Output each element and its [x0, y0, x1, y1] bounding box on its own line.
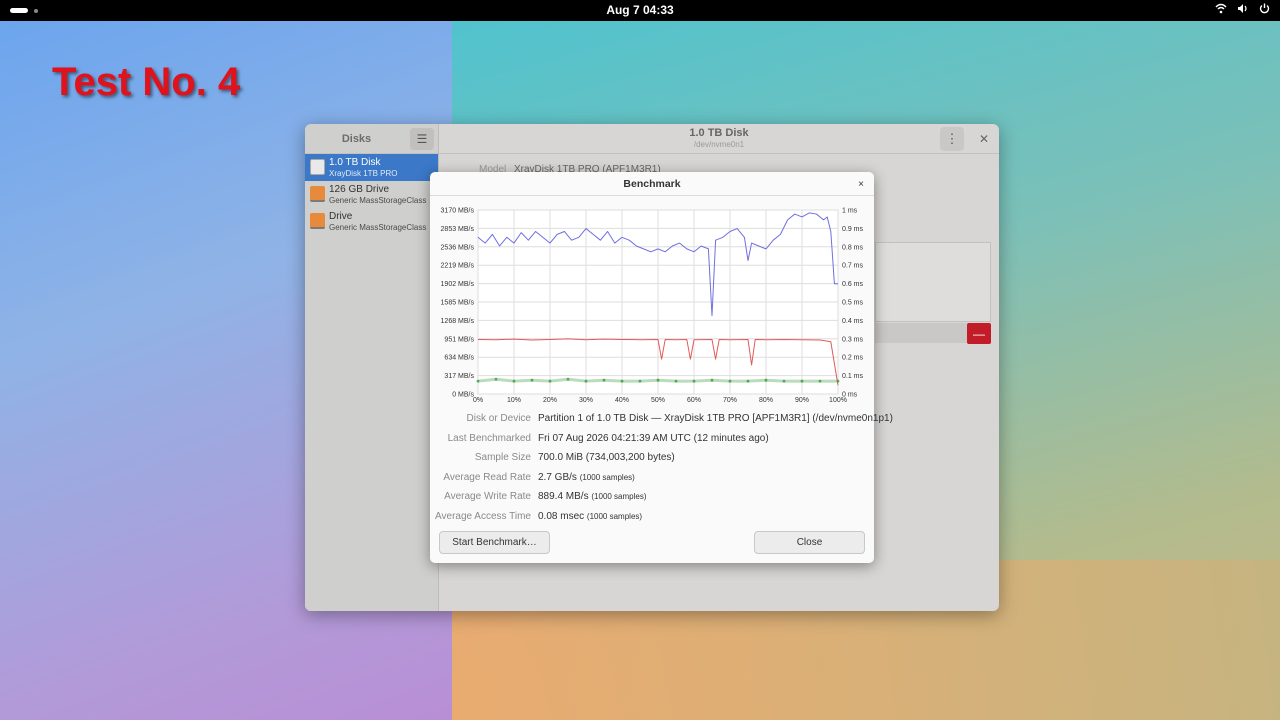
- drive-subtitle: Generic MassStorageClass: [329, 196, 427, 205]
- y-right-tick-label: 0.4 ms: [842, 318, 864, 325]
- close-icon: ✕: [978, 132, 990, 146]
- drive-item-drive[interactable]: Drive Generic MassStorageClass: [305, 208, 438, 235]
- sample-size-value: 700.0 MiB (734,003,200 bytes): [538, 452, 675, 463]
- x-tick-label: 50%: [651, 397, 665, 404]
- drive-name: 126 GB Drive: [329, 184, 390, 195]
- y-left-tick-label: 0 MB/s: [452, 392, 474, 399]
- sidebar-header: Disks ☰: [305, 124, 438, 154]
- drive-sidebar: Disks ☰ 1.0 TB Disk XrayDisk 1TB PRO 126…: [305, 124, 439, 611]
- benchmark-chart: 0% 10% 20% 30% 40% 50% 60% 70% 80% 90% 100%3170 MB…: [441, 208, 864, 405]
- write-rate-label: Average Write Rate: [444, 491, 531, 502]
- read-rate-value: 2.7 GB/s: [538, 472, 577, 483]
- disk-label: Disk or Device: [466, 413, 531, 424]
- ssd-icon: [310, 159, 325, 175]
- y-right-tick-label: 0.6 ms: [842, 281, 864, 288]
- last-benchmarked-label: Last Benchmarked: [447, 433, 531, 444]
- y-right-tick-label: 0.9 ms: [842, 226, 864, 233]
- hamburger-icon: ☰: [416, 132, 428, 146]
- drive-item-1tb-disk[interactable]: 1.0 TB Disk XrayDisk 1TB PRO: [305, 154, 438, 181]
- access-time-samples: (1000 samples): [586, 512, 643, 521]
- write-rate-samples: (1000 samples): [591, 492, 647, 501]
- y-left-tick-label: 2853 MB/s: [441, 226, 475, 233]
- drive-name: 1.0 TB Disk: [329, 157, 381, 168]
- clock[interactable]: Aug 7 04:33: [0, 3, 1280, 17]
- hamburger-menu-button[interactable]: ☰: [410, 128, 434, 150]
- y-right-tick-label: 1 ms: [842, 208, 858, 215]
- dialog-title: Benchmark: [623, 178, 681, 190]
- title-separator: [430, 195, 874, 196]
- y-left-tick-label: 2536 MB/s: [441, 244, 475, 251]
- wifi-icon[interactable]: [1215, 3, 1227, 17]
- read-rate-value-wrap: 2.7 GB/s (1000 samples): [538, 472, 635, 483]
- info-row-last-benchmarked: Last Benchmarked Fri 07 Aug 2026 04:21:3…: [430, 433, 874, 449]
- x-tick-label: 0%: [473, 397, 483, 404]
- y-right-tick-label: 0 ms: [842, 392, 858, 399]
- drive-subtitle: XrayDisk 1TB PRO: [329, 169, 398, 178]
- window-close-button[interactable]: ✕: [976, 131, 992, 147]
- power-icon[interactable]: [1259, 3, 1270, 17]
- y-left-tick-label: 1902 MB/s: [441, 281, 475, 288]
- y-left-tick-label: 2219 MB/s: [441, 263, 475, 270]
- read-rate-label: Average Read Rate: [443, 472, 531, 483]
- write-rate-value: 889.4 MB/s: [538, 491, 589, 502]
- volume-toolbar: [875, 323, 967, 343]
- info-row-read-rate: Average Read Rate 2.7 GB/s (1000 samples…: [430, 472, 874, 488]
- drive-name: Drive: [329, 211, 353, 222]
- x-tick-label: 90%: [795, 397, 809, 404]
- access-time-label: Average Access Time: [435, 511, 531, 522]
- close-icon: ×: [858, 178, 864, 190]
- x-tick-label: 40%: [615, 397, 629, 404]
- system-tray[interactable]: [1215, 3, 1270, 17]
- drive-device-path: /dev/nvme0n1: [693, 140, 745, 149]
- close-button[interactable]: Close: [754, 531, 865, 554]
- x-tick-label: 10%: [507, 397, 521, 404]
- y-left-tick-label: 3170 MB/s: [441, 208, 475, 215]
- y-right-tick-label: 0.1 ms: [842, 373, 864, 380]
- main-header: 1.0 TB Disk /dev/nvme0n1 ⋮ ✕: [439, 124, 999, 154]
- test-number-label: Test No. 4: [52, 60, 241, 104]
- y-right-tick-label: 0.8 ms: [842, 244, 864, 251]
- access-time-value: 0.08 msec: [538, 511, 585, 522]
- y-left-tick-label: 317 MB/s: [444, 373, 474, 380]
- y-left-tick-label: 951 MB/s: [444, 336, 474, 343]
- volume-icon[interactable]: [1237, 3, 1249, 17]
- y-left-tick-label: 1268 MB/s: [441, 318, 475, 325]
- last-benchmarked-value: Fri 07 Aug 2026 04:21:39 AM UTC (12 minu…: [538, 433, 769, 444]
- x-tick-label: 30%: [579, 397, 593, 404]
- usb-drive-icon: [310, 186, 325, 202]
- write-rate-value-wrap: 889.4 MB/s (1000 samples): [538, 491, 647, 502]
- benchmark-dialog: Benchmark × 0% 10% 20% 30% 40% 50% 60% 70% 80% 90…: [430, 172, 893, 563]
- top-bar: Aug 7 04:33: [0, 0, 1280, 21]
- info-row-write-rate: Average Write Rate 889.4 MB/s (1000 samp…: [430, 491, 874, 507]
- drive-options-button[interactable]: ⋮: [940, 127, 964, 151]
- y-right-tick-label: 0.7 ms: [842, 263, 864, 270]
- drive-subtitle: Generic MassStorageClass: [329, 223, 427, 232]
- vertical-ellipsis-icon: ⋮: [945, 131, 959, 146]
- read-rate-samples: (1000 samples): [579, 473, 635, 482]
- volumes-map[interactable]: [875, 242, 991, 322]
- start-benchmark-button[interactable]: Start Benchmark…: [439, 531, 550, 554]
- disk-value: Partition 1 of 1.0 TB Disk — XrayDisk 1T…: [538, 413, 893, 424]
- y-right-tick-label: 0.5 ms: [842, 300, 864, 307]
- x-tick-label: 80%: [759, 397, 773, 404]
- x-tick-label: 20%: [543, 397, 557, 404]
- dialog-close-button[interactable]: ×: [854, 177, 868, 191]
- x-tick-label: 60%: [687, 397, 701, 404]
- y-right-tick-label: 0.2 ms: [842, 355, 864, 362]
- y-right-tick-label: 0.3 ms: [842, 336, 864, 343]
- delete-partition-button[interactable]: —: [967, 323, 991, 344]
- access-time-value-wrap: 0.08 msec (1000 samples): [538, 511, 642, 522]
- minus-icon: —: [973, 326, 985, 341]
- usb-drive-icon: [310, 213, 325, 229]
- info-row-sample-size: Sample Size 700.0 MiB (734,003,200 bytes…: [430, 452, 874, 468]
- drive-title: 1.0 TB Disk: [689, 127, 749, 139]
- info-row-access-time: Average Access Time 0.08 msec (1000 samp…: [430, 511, 874, 527]
- drive-item-126gb-drive[interactable]: 126 GB Drive Generic MassStorageClass: [305, 181, 438, 208]
- info-row-disk: Disk or Device Partition 1 of 1.0 TB Dis…: [430, 413, 893, 429]
- y-left-tick-label: 634 MB/s: [444, 355, 474, 362]
- sample-size-label: Sample Size: [474, 452, 531, 463]
- x-tick-label: 70%: [723, 397, 737, 404]
- sidebar-title: Disks: [341, 133, 372, 145]
- y-left-tick-label: 1585 MB/s: [441, 300, 475, 307]
